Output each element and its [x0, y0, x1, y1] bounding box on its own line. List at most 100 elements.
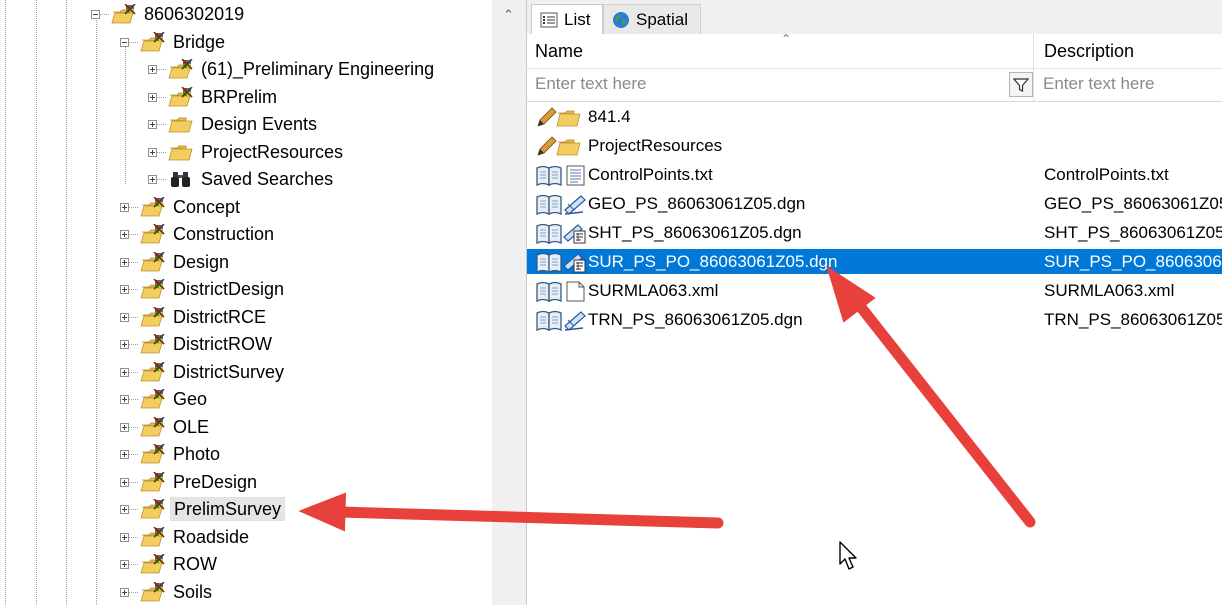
filter-button[interactable] [1009, 72, 1033, 97]
tree-item-bridge-child[interactable]: ProjectResources [168, 140, 346, 164]
tree-folder-item[interactable]: DistrictDesign [140, 277, 287, 301]
expand-plus-icon[interactable] [120, 560, 129, 569]
tree-item-label: DistrictRCE [173, 306, 266, 327]
project-folder-icon [111, 4, 137, 24]
project-folder-icon [140, 279, 166, 299]
checked-out-folder-icon [536, 106, 588, 128]
tree-folder-item[interactable]: OLE [140, 415, 212, 439]
list-item[interactable]: SUR_PS_PO_86063061Z05.dgn SUR_PS_PO_86063… [527, 249, 1222, 274]
pane-splitter-scrollbar[interactable]: ⌃ [492, 0, 527, 605]
tree-folder-item[interactable]: DistrictSurvey [140, 360, 287, 384]
list-item-name: 841.4 [588, 107, 631, 126]
tab-spatial[interactable]: Spatial [603, 4, 701, 34]
tree-item-bridge-child[interactable]: BRPrelim [168, 85, 280, 109]
expand-plus-icon[interactable] [120, 587, 129, 597]
list-item-description: SUR_PS_PO_86063061 [1044, 252, 1222, 271]
tree-folder-item[interactable]: DistrictRCE [140, 305, 269, 329]
folder-tree-pane[interactable]: 8606302019 Bridge (61)_Preliminary Enginee… [0, 0, 492, 605]
checked-out-folder-icon [536, 135, 588, 157]
list-item[interactable]: GEO_PS_86063061Z05.dgn GEO_PS_86063061Z05 [527, 191, 1222, 216]
tree-folder-item[interactable]: Concept [140, 195, 243, 219]
expand-plus-icon[interactable] [148, 92, 157, 102]
expand-plus-icon[interactable] [120, 422, 129, 432]
tree-item-bridge-child[interactable]: Saved Searches [168, 167, 336, 191]
tree-item-label: Roadside [173, 526, 250, 547]
tree-item-label: DistrictROW [173, 334, 272, 354]
tree-folder-item[interactable]: PrelimSurvey [140, 497, 286, 521]
tree-root-8606302019[interactable]: 8606302019 [111, 2, 247, 26]
tree-folder-item[interactable]: Photo [140, 442, 223, 466]
expand-plus-icon[interactable] [120, 202, 129, 212]
project-folder-icon [140, 362, 166, 382]
tree-folder-item[interactable]: DistrictROW [140, 332, 275, 356]
expand-plus-icon[interactable] [120, 285, 129, 294]
tree-item-label: DistrictDesign [173, 279, 285, 299]
expand-plus-icon[interactable] [120, 532, 129, 542]
expand-plus-icon[interactable] [148, 175, 157, 184]
tree-item-label: PrelimSurvey [170, 497, 286, 521]
name-filter-input[interactable] [527, 70, 1007, 98]
dgn-sheet-file-icon [536, 223, 586, 244]
tree-item-bridge-child[interactable]: (61)_Preliminary Engineering [168, 57, 437, 81]
expand-plus-icon[interactable] [120, 450, 129, 459]
tree-item-label: Soils [173, 581, 213, 602]
tree-item-label: 8606302019 [144, 4, 245, 24]
column-header-description[interactable]: Description [1044, 34, 1134, 68]
list-item[interactable]: SURMLA063.xml SURMLA063.xml [527, 278, 1222, 303]
tree-item-label: (61)_Preliminary Engineering [201, 59, 435, 79]
funnel-icon [1013, 77, 1029, 92]
expand-plus-icon[interactable] [120, 257, 129, 267]
tree-item-label: Saved Searches [201, 169, 334, 189]
expand-plus-icon[interactable] [120, 230, 129, 239]
tree-item-label: Geo [173, 389, 208, 409]
expand-plus-icon[interactable] [120, 395, 129, 404]
collapse-minus-icon[interactable] [91, 10, 100, 19]
list-item-description: GEO_PS_86063061Z05 [1044, 194, 1222, 213]
expand-plus-icon[interactable] [120, 367, 129, 377]
tree-guide-line [66, 0, 67, 605]
expand-plus-icon[interactable] [120, 340, 129, 349]
tree-folder-item[interactable]: PreDesign [140, 470, 260, 494]
list-item-name: SHT_PS_86063061Z05.dgn [588, 223, 802, 242]
project-folder-icon [140, 582, 166, 602]
scroll-up-arrow-icon[interactable]: ⌃ [492, 0, 525, 30]
expand-plus-icon[interactable] [120, 505, 129, 514]
tree-folder-item[interactable]: Roadside [140, 525, 252, 549]
tree-item-label: BRPrelim [201, 86, 278, 107]
project-folder-icon [140, 527, 166, 547]
list-item[interactable]: SHT_PS_86063061Z05.dgn SHT_PS_86063061Z05 [527, 220, 1222, 245]
description-filter-input[interactable] [1035, 70, 1222, 98]
list-item-description: TRN_PS_86063061Z05 [1044, 310, 1222, 329]
list-item[interactable]: ProjectResources [527, 133, 1222, 158]
list-item-name: ControlPoints.txt [588, 165, 713, 184]
expand-plus-icon[interactable] [120, 312, 129, 322]
tree-folder-item[interactable]: Geo [140, 387, 210, 411]
collapse-minus-icon[interactable] [120, 37, 129, 47]
tree-folder-bridge[interactable]: Bridge [140, 30, 228, 54]
list-item-name: TRN_PS_86063061Z05.dgn [588, 310, 803, 329]
list-item-description: SHT_PS_86063061Z05 [1044, 223, 1222, 242]
list-item-name: ProjectResources [588, 136, 723, 155]
list-item[interactable]: 841.4 [527, 104, 1222, 129]
expand-plus-icon[interactable] [120, 477, 129, 487]
list-item[interactable]: ControlPoints.txt ControlPoints.txt [527, 162, 1222, 187]
project-folder-icon [140, 32, 166, 52]
tree-folder-item[interactable]: Soils [140, 580, 215, 604]
column-header-name[interactable]: Name [535, 34, 583, 68]
tab-list[interactable]: List [531, 4, 603, 34]
list-item[interactable]: TRN_PS_86063061Z05.dgn TRN_PS_86063061Z05 [527, 307, 1222, 332]
dgn-file-icon [536, 310, 586, 331]
tree-item-label: DistrictSurvey [173, 361, 285, 382]
tree-item-label: Bridge [173, 31, 226, 52]
project-folder-icon [140, 224, 166, 244]
expand-plus-icon[interactable] [148, 65, 157, 74]
tree-folder-item[interactable]: Construction [140, 222, 277, 246]
mouse-cursor-icon [839, 541, 857, 570]
tree-item-bridge-child[interactable]: Design Events [168, 112, 320, 136]
tree-folder-item[interactable]: ROW [140, 552, 220, 576]
tree-folder-item[interactable]: Design [140, 250, 232, 274]
expand-plus-icon[interactable] [148, 147, 157, 157]
dgn-file-icon [536, 194, 586, 215]
expand-plus-icon[interactable] [148, 120, 157, 129]
project-folder-icon [140, 252, 166, 272]
